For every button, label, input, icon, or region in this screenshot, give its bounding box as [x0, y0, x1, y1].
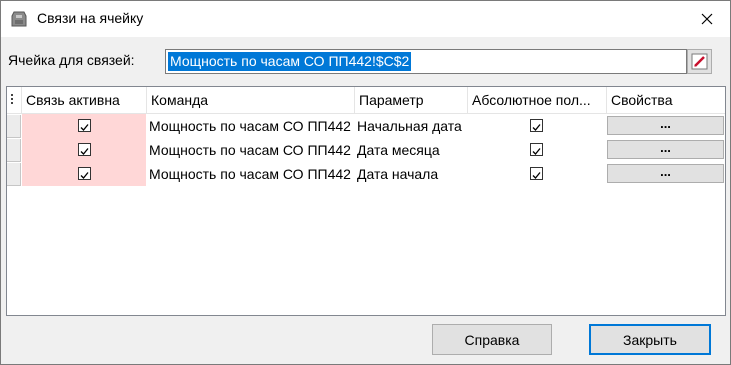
- row-header[interactable]: [7, 115, 21, 138]
- absolute-cell: [468, 114, 605, 138]
- cell-reference-input[interactable]: Мощность по часам СО ПП442!$C$2: [165, 49, 687, 74]
- check-icon: [532, 148, 541, 155]
- active-checkbox[interactable]: [78, 167, 91, 180]
- check-icon: [532, 124, 541, 131]
- check-icon: [80, 172, 89, 179]
- check-icon: [80, 124, 89, 131]
- help-button[interactable]: Справка: [432, 324, 552, 355]
- close-icon: [701, 13, 713, 25]
- row-selector-header[interactable]: [7, 87, 22, 113]
- column-chooser-icon: [11, 94, 13, 104]
- properties-button[interactable]: ...: [607, 140, 724, 159]
- title-bar: Связи на ячейку: [1, 1, 730, 37]
- column-header-absolute[interactable]: Абсолютное пол...: [468, 87, 607, 113]
- column-header-active[interactable]: Связь активна: [22, 87, 147, 113]
- dialog-body: Ячейка для связей: Мощность по часам СО …: [1, 37, 730, 364]
- parameter-cell: Дата начала: [357, 166, 439, 182]
- command-cell: Мощность по часам СО ПП442: [149, 118, 351, 134]
- table-row[interactable]: Мощность по часам СО ПП442 Дата начала .…: [7, 162, 725, 186]
- range-picker-button[interactable]: [687, 49, 712, 74]
- cell-reference-value: Мощность по часам СО ПП442!$C$2: [168, 52, 412, 71]
- dialog-window: Связи на ячейку Ячейка для связей: Мощно…: [0, 0, 731, 365]
- check-icon: [532, 172, 541, 179]
- absolute-cell: [468, 138, 605, 162]
- command-cell: Мощность по часам СО ПП442: [149, 142, 351, 158]
- parameter-cell: Дата месяца: [357, 142, 440, 158]
- absolute-cell: [468, 162, 605, 186]
- grid-header: Связь активна Команда Параметр Абсолютно…: [7, 87, 725, 114]
- active-cell: [22, 162, 146, 186]
- column-header-command[interactable]: Команда: [147, 87, 355, 113]
- check-icon: [80, 148, 89, 155]
- parameter-cell: Начальная дата: [357, 118, 462, 134]
- links-grid[interactable]: Связь активна Команда Параметр Абсолютно…: [6, 86, 726, 316]
- active-checkbox[interactable]: [78, 143, 91, 156]
- column-header-properties[interactable]: Свойства: [607, 87, 725, 113]
- absolute-checkbox[interactable]: [530, 167, 543, 180]
- command-cell: Мощность по часам СО ПП442: [149, 166, 351, 182]
- properties-button[interactable]: ...: [607, 164, 724, 183]
- properties-button[interactable]: ...: [607, 116, 724, 135]
- window-title: Связи на ячейку: [37, 10, 144, 26]
- cell-label: Ячейка для связей:: [8, 52, 135, 68]
- close-window-button[interactable]: [684, 1, 730, 37]
- range-picker-icon: [691, 53, 708, 70]
- active-cell: [22, 114, 146, 138]
- absolute-checkbox[interactable]: [530, 119, 543, 132]
- paint-bucket-icon: [11, 11, 27, 27]
- absolute-checkbox[interactable]: [530, 143, 543, 156]
- active-checkbox[interactable]: [78, 119, 91, 132]
- table-row[interactable]: Мощность по часам СО ПП442 Дата месяца .…: [7, 138, 725, 162]
- close-button[interactable]: Закрыть: [589, 324, 711, 355]
- row-header[interactable]: [7, 139, 21, 162]
- active-cell: [22, 138, 146, 162]
- column-header-parameter[interactable]: Параметр: [355, 87, 468, 113]
- row-header[interactable]: [7, 163, 21, 186]
- table-row[interactable]: Мощность по часам СО ПП442 Начальная дат…: [7, 114, 725, 138]
